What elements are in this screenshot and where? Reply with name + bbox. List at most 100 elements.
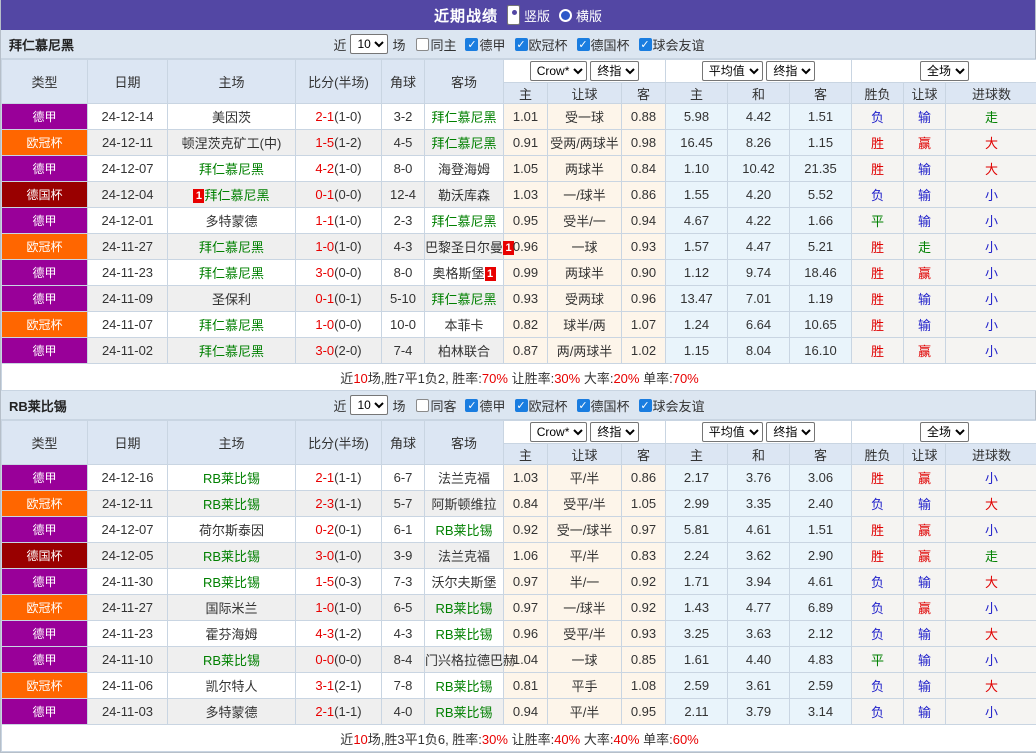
summary-text: 近10场,胜7平1负2, 胜率:70% 让胜率:30% 大率:20% 单率:70… [2,364,1036,391]
home-team-name: 多特蒙德 [205,705,257,720]
league-checkbox[interactable]: ✓欧冠杯 [508,35,568,54]
avg-value: 5.98 [666,104,728,130]
away-team-name[interactable]: RB莱比锡 [435,627,492,642]
home-team-name[interactable]: RB莱比锡 [203,549,260,564]
outcome-value: 胜 [852,130,904,156]
average-select[interactable]: 平均值 [702,422,763,442]
checkbox-checked-icon[interactable]: ✓ [515,38,528,51]
final-odds-select[interactable]: 终指 [590,61,639,81]
average-select[interactable]: 平均值 [702,61,763,81]
avg-value: 3.61 [728,673,790,699]
avg-value: 1.71 [666,569,728,595]
away-team-name[interactable]: 拜仁慕尼黑 [431,214,496,229]
odds-company-select[interactable]: Crow* [530,422,587,442]
league-badge: 德甲 [2,465,88,491]
away-team-cell: 柏林联合 [425,338,504,364]
away-team-name[interactable]: RB莱比锡 [435,523,492,538]
league-checkbox[interactable]: ✓欧冠杯 [508,396,568,415]
checkbox-checked-icon[interactable]: ✓ [465,38,478,51]
scope-select[interactable]: 全场 [920,61,969,81]
same-venue-checkbox[interactable]: 同客 [409,396,456,415]
away-team-name[interactable]: 拜仁慕尼黑 [431,136,496,151]
league-badge: 德甲 [2,569,88,595]
away-team-name: 阿斯顿维拉 [431,497,496,512]
home-team-name[interactable]: RB莱比锡 [203,575,260,590]
checkbox-unchecked-icon[interactable] [416,399,429,412]
home-team-name: 霍芬海姆 [205,627,257,642]
sub-column-header: 和 [728,83,790,104]
away-team-name[interactable]: 拜仁慕尼黑 [431,292,496,307]
home-team-name[interactable]: RB莱比锡 [203,497,260,512]
column-header: 角球 [382,421,425,465]
sub-column-header: 客 [622,444,666,465]
odds-value: 1.05 [622,491,666,517]
away-team-name: 海登海姆 [438,162,490,177]
match-count-select[interactable]: 10 [350,34,388,54]
final-odds-select[interactable]: 终指 [590,422,639,442]
outcome-value: 胜 [852,260,904,286]
league-checkbox[interactable]: ✓德甲 [458,396,505,415]
home-team-name[interactable]: RB莱比锡 [203,653,260,668]
corner-score: 2-3 [382,208,425,234]
radio-selected-icon[interactable] [507,5,520,25]
avg-value: 6.89 [790,595,852,621]
home-team-name[interactable]: 拜仁慕尼黑 [199,240,264,255]
away-team-cell: 拜仁慕尼黑 [425,286,504,312]
league-checkbox[interactable]: ✓球会友谊 [632,396,705,415]
same-venue-checkbox[interactable]: 同主 [409,35,456,54]
away-team-name[interactable]: RB莱比锡 [435,705,492,720]
league-checkbox[interactable]: ✓德甲 [458,35,505,54]
half-score: (0-0) [334,265,361,280]
checkbox-checked-icon[interactable]: ✓ [515,399,528,412]
avg-value: 1.51 [790,104,852,130]
league-checkbox[interactable]: ✓球会友谊 [632,35,705,54]
checkbox-unchecked-icon[interactable] [416,38,429,51]
sub-column-header: 进球数 [946,444,1036,465]
match-row: 欧冠杯24-12-11顿涅茨克矿工(中)1-5(1-2)4-5拜仁慕尼黑0.91… [2,130,1036,156]
outcome-value: 胜 [852,543,904,569]
league-checkbox[interactable]: ✓德国杯 [570,396,630,415]
away-team-name[interactable]: RB莱比锡 [435,679,492,694]
scope-select[interactable]: 全场 [920,422,969,442]
outcome-value: 输 [904,699,946,725]
home-team-cell: 圣保利 [168,286,296,312]
half-score: (1-0) [334,239,361,254]
score-cell: 0-1(0-1) [296,286,382,312]
final-odds-select-2[interactable]: 终指 [766,422,815,442]
checkbox-checked-icon[interactable]: ✓ [577,38,590,51]
home-team-name[interactable]: RB莱比锡 [203,471,260,486]
checkbox-checked-icon[interactable]: ✓ [577,399,590,412]
outcome-value: 输 [904,208,946,234]
outcome-value: 负 [852,673,904,699]
home-team-cell: 拜仁慕尼黑 [168,234,296,260]
checkbox-checked-icon[interactable]: ✓ [465,399,478,412]
avg-value: 2.99 [666,491,728,517]
outcome-value: 输 [904,621,946,647]
home-team-name[interactable]: 拜仁慕尼黑 [199,162,264,177]
home-team-name[interactable]: 拜仁慕尼黑 [199,266,264,281]
away-team-name[interactable]: RB莱比锡 [435,601,492,616]
score-cell: 1-5(0-3) [296,569,382,595]
home-team-name[interactable]: 拜仁慕尼黑 [199,344,264,359]
league-checkbox[interactable]: ✓德国杯 [570,35,630,54]
outcome-value: 赢 [904,338,946,364]
radio-horizontal[interactable]: 横版 [559,6,602,25]
home-team-name[interactable]: 拜仁慕尼黑 [199,318,264,333]
final-odds-select-2[interactable]: 终指 [766,61,815,81]
home-team-name[interactable]: 拜仁慕尼黑 [204,188,269,203]
outcome-value: 小 [946,182,1036,208]
half-score: (0-1) [334,291,361,306]
full-score: 2-3 [315,496,334,511]
outcome-value: 平 [852,208,904,234]
radio-vertical[interactable]: 竖版 [507,5,550,25]
checkbox-checked-icon[interactable]: ✓ [639,399,652,412]
away-team-cell: 沃尔夫斯堡 [425,569,504,595]
checkbox-checked-icon[interactable]: ✓ [639,38,652,51]
page: 近期战绩 竖版 横版 拜仁慕尼黑近10场同主✓德甲✓欧冠杯✓德国杯✓球会友谊类型… [0,0,1036,753]
radio-unselected-icon[interactable] [559,9,572,22]
odds-company-select[interactable]: Crow* [530,61,587,81]
away-team-name[interactable]: 拜仁慕尼黑 [431,110,496,125]
score-cell: 4-3(1-2) [296,621,382,647]
home-team-cell: 国际米兰 [168,595,296,621]
match-count-select[interactable]: 10 [350,395,388,415]
